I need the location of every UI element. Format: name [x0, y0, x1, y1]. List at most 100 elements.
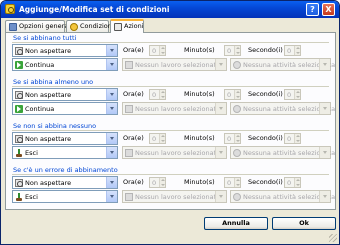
seconds-label: Secondo(i) — [248, 46, 283, 54]
hours-spinner[interactable]: 0 — [149, 89, 166, 100]
spinner-arrows-icon[interactable] — [294, 46, 300, 55]
minutes-spinner[interactable]: 0 — [224, 177, 241, 188]
cancel-button[interactable]: Annulla — [204, 217, 268, 230]
activity-icon — [233, 193, 241, 201]
tab-conditions[interactable]: Condizioni — [66, 20, 114, 32]
seconds-spinner[interactable]: 0 — [284, 45, 301, 56]
minutes-value: 0 — [227, 91, 232, 99]
seconds-value: 0 — [287, 179, 292, 187]
spinner-arrows-icon[interactable] — [234, 46, 240, 55]
wait-select-value: Non aspettare — [25, 91, 72, 99]
activity-select[interactable]: Nessuna attività selezionata — [230, 58, 335, 71]
action-select-value: Continua — [25, 61, 55, 69]
action-select-value: Esci — [25, 193, 38, 201]
action-select[interactable]: Continua — [12, 58, 118, 71]
chevron-down-icon[interactable] — [106, 147, 117, 158]
actions-icon — [114, 23, 122, 31]
job-icon — [125, 61, 133, 69]
chevron-down-icon[interactable] — [106, 45, 117, 56]
seconds-value: 0 — [287, 91, 292, 99]
action-select[interactable]: Esci — [12, 146, 118, 159]
group-divider — [12, 130, 329, 131]
seconds-spinner[interactable]: 0 — [284, 89, 301, 100]
job-select-value: Nessun lavoro selezionato — [135, 149, 221, 157]
hours-spinner[interactable]: 0 — [149, 133, 166, 144]
group-title: Se c'è un errore di abbinamento — [13, 166, 118, 174]
seconds-value: 0 — [287, 47, 292, 55]
hours-spinner[interactable]: 0 — [149, 45, 166, 56]
group-divider — [12, 42, 329, 43]
spinner-arrows-icon[interactable] — [234, 178, 240, 187]
tab-label: Condizioni — [80, 22, 114, 30]
chevron-down-icon[interactable] — [215, 191, 226, 202]
chevron-down-icon[interactable] — [319, 191, 330, 202]
wait-select[interactable]: Non aspettare — [12, 88, 118, 101]
spinner-arrows-icon[interactable] — [294, 90, 300, 99]
ok-button[interactable]: Ok — [272, 217, 336, 230]
chevron-down-icon[interactable] — [319, 103, 330, 114]
spinner-arrows-icon[interactable] — [159, 90, 165, 99]
wait-select[interactable]: Non aspettare — [12, 44, 118, 57]
title-bar[interactable]: Aggiunge/Modifica set di condizioni ? X — [1, 1, 339, 18]
spinner-arrows-icon[interactable] — [234, 90, 240, 99]
chevron-down-icon[interactable] — [319, 147, 330, 158]
spinner-arrows-icon[interactable] — [159, 46, 165, 55]
job-select[interactable]: Nessun lavoro selezionato — [122, 102, 227, 115]
spinner-arrows-icon[interactable] — [159, 134, 165, 143]
window-title: Aggiunge/Modifica set di condizioni — [19, 5, 170, 14]
chevron-down-icon[interactable] — [106, 133, 117, 144]
clock-icon — [15, 91, 23, 99]
spinner-arrows-icon[interactable] — [294, 178, 300, 187]
seconds-spinner[interactable]: 0 — [284, 133, 301, 144]
close-button[interactable]: X — [322, 3, 335, 16]
resize-grip-icon[interactable] — [329, 234, 337, 242]
chevron-down-icon[interactable] — [215, 147, 226, 158]
tab-actions[interactable]: Azioni — [110, 19, 144, 33]
wait-select[interactable]: Non aspettare — [12, 132, 118, 145]
minutes-spinner[interactable]: 0 — [224, 133, 241, 144]
job-select-value: Nessun lavoro selezionato — [135, 193, 221, 201]
chevron-down-icon[interactable] — [215, 59, 226, 70]
action-select[interactable]: Esci — [12, 190, 118, 203]
seconds-spinner[interactable]: 0 — [284, 177, 301, 188]
group-divider — [12, 86, 329, 87]
options-icon — [9, 23, 17, 31]
chevron-down-icon[interactable] — [106, 191, 117, 202]
clock-icon — [15, 179, 23, 187]
job-select[interactable]: Nessun lavoro selezionato — [122, 146, 227, 159]
seconds-label: Secondo(i) — [248, 90, 283, 98]
wait-select-value: Non aspettare — [25, 47, 72, 55]
chevron-down-icon[interactable] — [106, 177, 117, 188]
chevron-down-icon[interactable] — [319, 59, 330, 70]
spinner-arrows-icon[interactable] — [234, 134, 240, 143]
activity-select[interactable]: Nessuna attività selezionata — [230, 146, 335, 159]
chevron-down-icon[interactable] — [215, 103, 226, 114]
minutes-label: Minuto(s) — [184, 178, 215, 186]
hours-value: 0 — [152, 179, 157, 187]
exit-icon — [15, 193, 23, 201]
spinner-arrows-icon[interactable] — [159, 178, 165, 187]
minutes-value: 0 — [227, 179, 232, 187]
activity-select[interactable]: Nessuna attività selezionata — [230, 102, 335, 115]
minutes-spinner[interactable]: 0 — [224, 89, 241, 100]
chevron-down-icon[interactable] — [106, 59, 117, 70]
hours-label: Ora(e) — [123, 46, 144, 54]
tab-general-options[interactable]: Opzioni generali — [5, 20, 72, 32]
chevron-down-icon[interactable] — [106, 103, 117, 114]
dialog-window: Aggiunge/Modifica set di condizioni ? X … — [0, 0, 340, 245]
minutes-spinner[interactable]: 0 — [224, 45, 241, 56]
action-select[interactable]: Continua — [12, 102, 118, 115]
spinner-arrows-icon[interactable] — [294, 134, 300, 143]
hours-value: 0 — [152, 47, 157, 55]
chevron-down-icon[interactable] — [106, 89, 117, 100]
continue-icon — [15, 61, 23, 69]
wait-select[interactable]: Non aspettare — [12, 176, 118, 189]
clock-icon — [15, 135, 23, 143]
job-select[interactable]: Nessun lavoro selezionato — [122, 190, 227, 203]
activity-icon — [233, 149, 241, 157]
action-select-value: Continua — [25, 105, 55, 113]
help-button[interactable]: ? — [306, 3, 319, 16]
hours-spinner[interactable]: 0 — [149, 177, 166, 188]
job-select[interactable]: Nessun lavoro selezionato — [122, 58, 227, 71]
activity-select[interactable]: Nessuna attività selezionata — [230, 190, 335, 203]
